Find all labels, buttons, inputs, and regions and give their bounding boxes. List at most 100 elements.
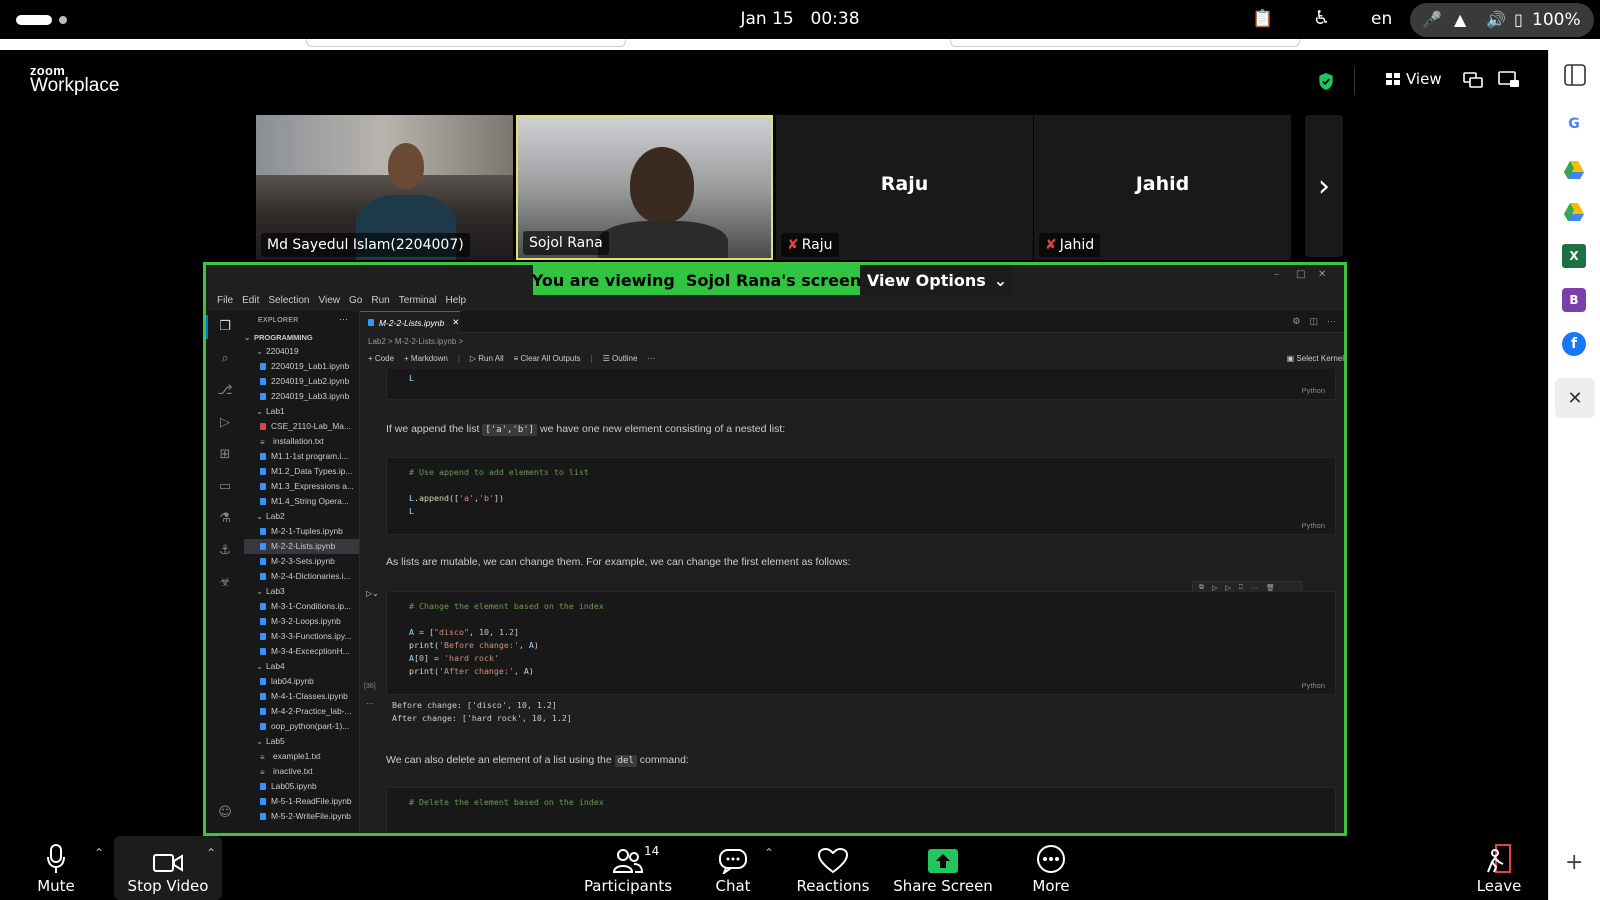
testing-icon[interactable]: ⚗ (217, 511, 233, 527)
language-indicator[interactable]: en (1371, 9, 1392, 29)
menu-terminal[interactable]: Terminal (399, 295, 437, 306)
docker-icon[interactable]: ⚓ (217, 543, 233, 559)
clock[interactable]: Jan 15 00:38 (0, 9, 1600, 29)
explorer-file[interactable]: M1.4_String Opera... (244, 494, 359, 509)
add-code-cell-button[interactable]: + Code (368, 354, 394, 363)
participant-tile[interactable]: Jahid ✘ Jahid (1034, 115, 1291, 260)
settings-gear-icon[interactable]: ⚙ (1292, 316, 1300, 327)
maximize-icon[interactable]: □ (1296, 269, 1305, 280)
explorer-folder[interactable]: ⌄ Lab5 (244, 734, 359, 749)
explorer-file[interactable]: M-3-4-ExcecptionH... (244, 644, 359, 659)
menu-selection[interactable]: Selection (268, 295, 309, 306)
fullscreen-icon[interactable] (1498, 71, 1520, 89)
markdown-cell[interactable]: If we append the list ['a','b'] we have … (386, 423, 785, 436)
explorer-file[interactable]: M-5-2-WriteFile.ipynb (244, 809, 359, 824)
accessibility-icon[interactable]: ♿ (1313, 7, 1330, 29)
explorer-file[interactable]: ≡ inactive.txt (244, 764, 359, 779)
participant-tile[interactable]: Raju ✘ Raju (776, 115, 1033, 260)
minimize-icon[interactable]: – (1274, 269, 1279, 280)
participant-tile[interactable]: Md Sayedul Islam(2204007) (256, 115, 513, 260)
remote-explorer-icon[interactable]: ▭ (217, 479, 233, 495)
explorer-file[interactable]: ≡ installation.txt (244, 434, 359, 449)
google-icon[interactable]: G (1562, 112, 1586, 136)
explorer-file[interactable]: oop_python(part-1)... (244, 719, 359, 734)
more-actions-icon[interactable]: ··· (1327, 316, 1336, 327)
code-cell[interactable]: # Use append to add elements to list L.a… (386, 457, 1336, 535)
menu-edit[interactable]: Edit (242, 295, 259, 306)
toolbar-more-button[interactable]: ··· (647, 354, 655, 363)
python-icon[interactable]: ☣ (217, 575, 233, 591)
explorer-file[interactable]: CSE_2110-Lab_Ma... (244, 419, 359, 434)
share-screen-button[interactable]: Share Screen (893, 836, 993, 900)
explorer-file[interactable]: lab04.ipynb (244, 674, 359, 689)
shared-screen[interactable]: You are viewing Sojol Rana's screen View… (203, 262, 1347, 836)
explorer-folder[interactable]: ⌄ 2204019 (244, 344, 359, 359)
close-icon[interactable]: ✕ (1318, 269, 1326, 280)
explorer-icon[interactable]: ❐ (217, 319, 233, 335)
explorer-folder[interactable]: ⌄ Lab3 (244, 584, 359, 599)
split-editor-icon[interactable]: ◫ (1309, 316, 1318, 327)
menu-help[interactable]: Help (446, 295, 467, 306)
explorer-file[interactable]: ≡ example1.txt (244, 749, 359, 764)
output-more-icon[interactable]: ··· (366, 699, 374, 708)
code-cell[interactable]: # Delete the element based on the index (386, 787, 1336, 833)
editor-tab[interactable]: M-2-2-Lists.ipynb ✕ (360, 311, 460, 333)
participant-tile-active-speaker[interactable]: Sojol Rana (516, 115, 773, 260)
explorer-file[interactable]: M-3-1-Conditions.ip... (244, 599, 359, 614)
google-drive-icon[interactable] (1562, 158, 1586, 182)
explorer-file[interactable]: 2204019_Lab1.ipynb (244, 359, 359, 374)
reactions-button[interactable]: Reactions (797, 836, 869, 900)
explorer-folder[interactable]: ⌄ Lab4 (244, 659, 359, 674)
menu-run[interactable]: Run (371, 295, 389, 306)
bootstrap-icon[interactable]: B (1562, 288, 1586, 312)
minimize-window-icon[interactable] (1463, 71, 1483, 89)
explorer-file[interactable]: M-2-4-Dictionaries.i... (244, 569, 359, 584)
breadcrumb[interactable]: Lab2 > M-2-2-Lists.ipynb > (368, 337, 463, 346)
clipboard-icon[interactable]: 📋 (1252, 9, 1273, 29)
close-panel-button[interactable]: ✕ (1555, 378, 1595, 418)
gallery-next-button[interactable]: › (1305, 115, 1343, 257)
menu-view[interactable]: View (319, 295, 341, 306)
explorer-file[interactable]: Lab05.ipynb (244, 779, 359, 794)
chat-options-caret[interactable]: ⌃ (764, 846, 774, 860)
add-app-icon[interactable]: + (1565, 850, 1583, 875)
account-icon[interactable]: ☺ (217, 805, 233, 821)
outline-button[interactable]: ☰ Outline (603, 354, 638, 363)
run-debug-icon[interactable]: ▷ (217, 415, 233, 431)
facebook-icon[interactable]: f (1562, 332, 1586, 356)
clear-outputs-button[interactable]: ≡ Clear All Outputs (514, 354, 581, 363)
run-all-button[interactable]: ▷ Run All (470, 354, 504, 363)
select-kernel-button[interactable]: ▣ Select Kernel (1287, 354, 1344, 363)
explorer-file[interactable]: M1.2_Data Types.ip... (244, 464, 359, 479)
sidebar-toggle-icon[interactable] (1564, 64, 1586, 86)
explorer-file[interactable]: M-4-1-Classes.ipynb (244, 689, 359, 704)
explorer-file[interactable]: M-2-1-Tuples.ipynb (244, 524, 359, 539)
workspace-root[interactable]: ⌄ PROGRAMMING (244, 330, 359, 345)
code-cell-active[interactable]: # Change the element based on the index … (386, 591, 1336, 695)
explorer-file[interactable]: M1.3_Expressions a... (244, 479, 359, 494)
source-control-icon[interactable]: ⎇ (217, 383, 233, 399)
encryption-shield-icon[interactable] (1317, 72, 1335, 91)
search-icon[interactable]: ⌕ (217, 351, 233, 367)
close-tab-icon[interactable]: ✕ (452, 317, 459, 328)
explorer-file[interactable]: M-2-2-Lists.ipynb (244, 539, 359, 554)
leave-button[interactable]: Leave (1474, 836, 1524, 900)
explorer-file[interactable]: 2204019_Lab3.ipynb (244, 389, 359, 404)
system-status-menu[interactable]: 🎤 ▲ 🔊 ▯ 100% (1410, 3, 1594, 37)
explorer-file[interactable]: M1.1-1st program.i... (244, 449, 359, 464)
explorer-file[interactable]: M-5-1-ReadFile.ipynb (244, 794, 359, 809)
view-button[interactable]: View (1386, 70, 1442, 88)
explorer-file[interactable]: M-3-2-Loops.ipynb (244, 614, 359, 629)
run-cell-button[interactable]: ▷⌄ (366, 589, 379, 598)
explorer-file[interactable]: M-3-3-Functions.ipy... (244, 629, 359, 644)
markdown-cell[interactable]: As lists are mutable, we can change them… (386, 556, 851, 568)
chat-button[interactable]: Chat (710, 836, 756, 900)
explorer-folder[interactable]: ⌄ Lab1 (244, 404, 359, 419)
more-button[interactable]: More (1030, 836, 1072, 900)
add-markdown-cell-button[interactable]: + Markdown (404, 354, 448, 363)
markdown-cell[interactable]: We can also delete an element of a list … (386, 754, 689, 767)
code-cell[interactable]: L Python (386, 369, 1336, 400)
excel-icon[interactable]: X (1562, 244, 1586, 268)
audio-options-caret[interactable]: ⌃ (94, 846, 104, 860)
explorer-file[interactable]: 2204019_Lab2.ipynb (244, 374, 359, 389)
